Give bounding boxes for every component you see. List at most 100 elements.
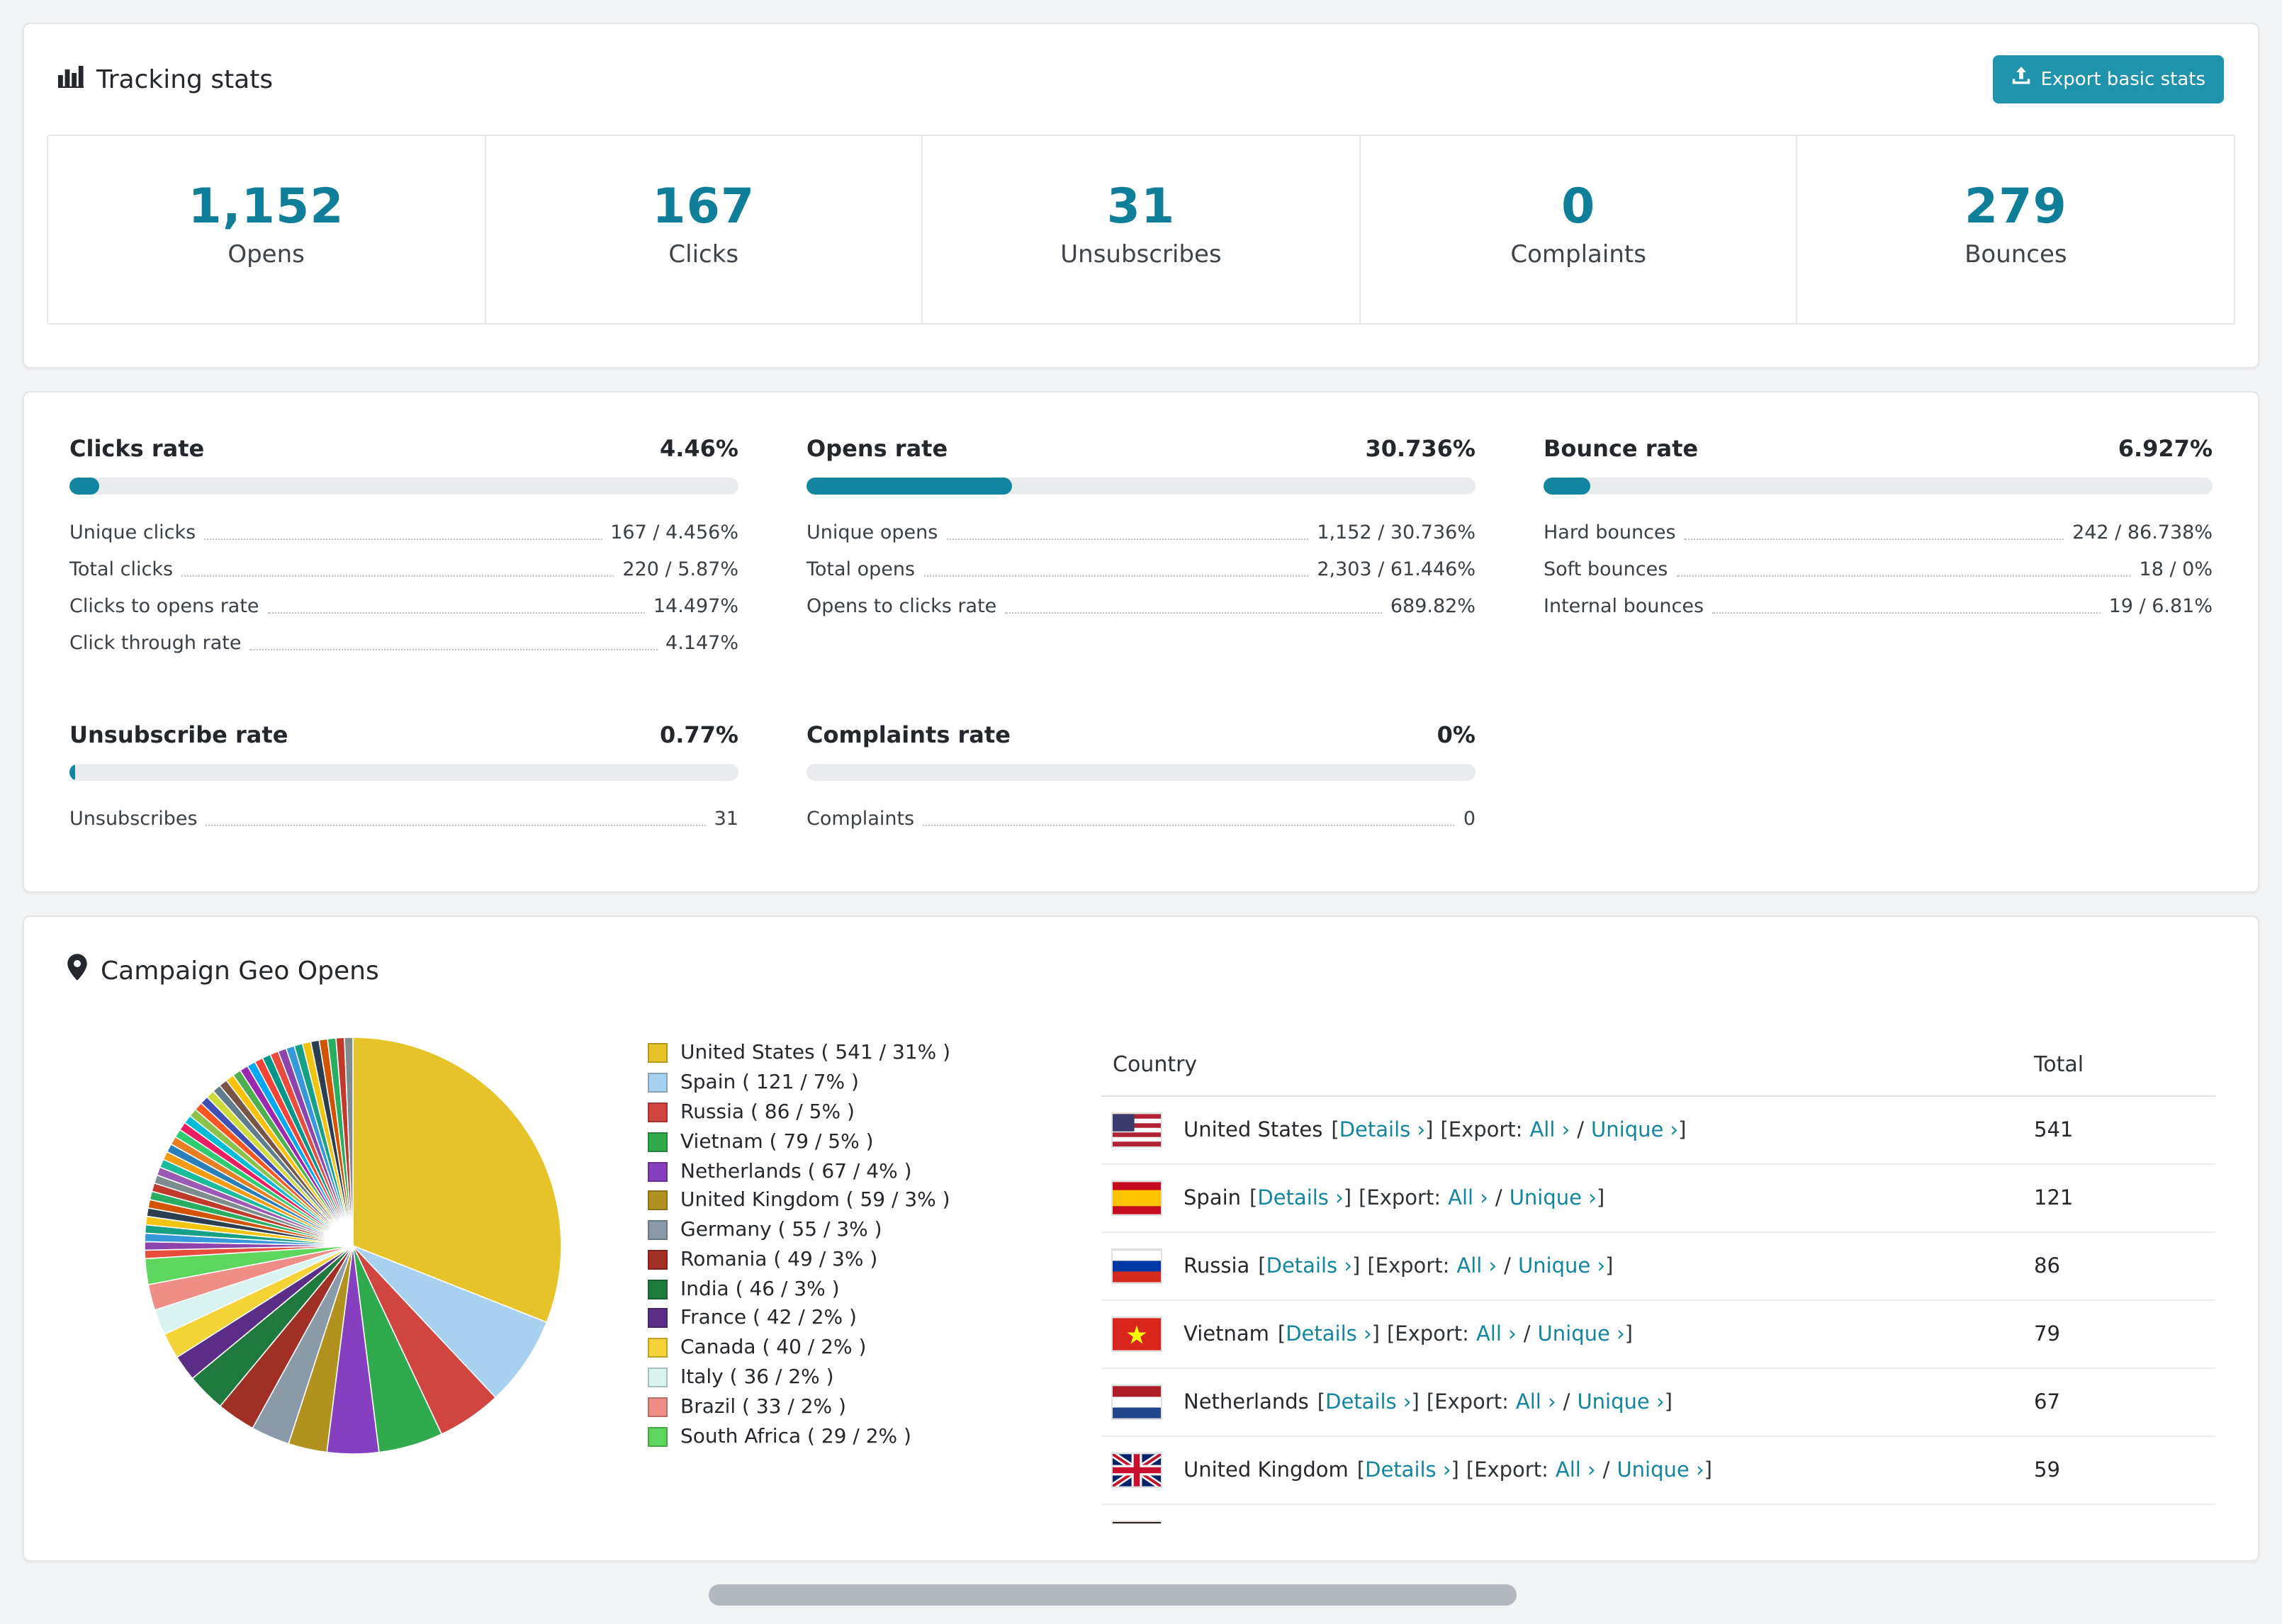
legend-item[interactable]: Canada ( 40 / 2% ) bbox=[648, 1333, 950, 1363]
stat-box: 0 Complaints bbox=[1359, 136, 1797, 323]
metric-value: 2,303 / 61.446% bbox=[1317, 558, 1476, 581]
rate-title: Opens rate bbox=[806, 435, 948, 462]
legend-swatch bbox=[648, 1132, 668, 1152]
dotted-leader bbox=[1676, 575, 2131, 577]
stat-label: Unsubscribes bbox=[1060, 241, 1222, 269]
stat-box: 167 Clicks bbox=[484, 136, 921, 323]
legend-swatch bbox=[648, 1161, 668, 1182]
legend-item[interactable]: Netherlands ( 67 / 4% ) bbox=[648, 1156, 950, 1186]
export-unique-link[interactable]: Unique › bbox=[1518, 1255, 1605, 1278]
metric-label: Total opens bbox=[806, 558, 916, 581]
legend-label: Spain ( 121 / 7% ) bbox=[680, 1071, 859, 1095]
metric-value: 4.147% bbox=[665, 632, 738, 655]
country-total: 121 bbox=[2023, 1164, 2215, 1233]
flag-nl-icon bbox=[1113, 1386, 1161, 1419]
legend-swatch bbox=[648, 1073, 668, 1093]
geo-table-wrap: Country Total United States [Details ›] … bbox=[1101, 1033, 2215, 1523]
export-all-link[interactable]: All › bbox=[1529, 1119, 1570, 1141]
geo-table-header-country: Country bbox=[1101, 1033, 2023, 1097]
horizontal-scrollbar[interactable] bbox=[709, 1584, 1517, 1606]
geo-table-row: Russia [Details ›] [Export: All › / Uniq… bbox=[1101, 1232, 2215, 1301]
metric-row: Hard bounces 242 / 86.738% bbox=[1544, 514, 2213, 551]
legend-item[interactable]: France ( 42 / 2% ) bbox=[648, 1304, 950, 1333]
legend-item[interactable]: United States ( 541 / 31% ) bbox=[648, 1039, 950, 1068]
dotted-leader bbox=[1712, 612, 2101, 614]
dotted-leader bbox=[923, 825, 1455, 826]
legend-label: South Africa ( 29 / 2% ) bbox=[680, 1425, 911, 1448]
details-link[interactable]: Details › bbox=[1325, 1391, 1411, 1414]
metric-value: 167 / 4.456% bbox=[610, 521, 738, 544]
stat-value: 279 bbox=[1964, 179, 2067, 235]
rate-title: Unsubscribe rate bbox=[69, 721, 288, 748]
metric-value: 14.497% bbox=[653, 595, 738, 618]
export-unique-link[interactable]: Unique › bbox=[1510, 1187, 1597, 1209]
legend-item[interactable]: Brazil ( 33 / 2% ) bbox=[648, 1392, 950, 1422]
country-name: Russia bbox=[1184, 1255, 1250, 1278]
legend-item[interactable]: Italy ( 36 / 2% ) bbox=[648, 1363, 950, 1392]
metric-row: Unique opens 1,152 / 30.736% bbox=[806, 514, 1476, 551]
campaign-geo-opens-title: Campaign Geo Opens bbox=[67, 954, 2215, 988]
rate-progress-bar bbox=[806, 478, 1476, 495]
export-all-link[interactable]: All › bbox=[1456, 1255, 1497, 1278]
legend-item[interactable]: South Africa ( 29 / 2% ) bbox=[648, 1421, 950, 1451]
stat-box: 31 Unsubscribes bbox=[921, 136, 1359, 323]
rate-block: Complaints rate 0% Complaints 0 bbox=[806, 721, 1476, 838]
metric-row: Opens to clicks rate 689.82% bbox=[806, 588, 1476, 625]
country-name: United Kingdom bbox=[1184, 1459, 1349, 1482]
legend-item[interactable]: Vietnam ( 79 / 5% ) bbox=[648, 1127, 950, 1157]
dotted-leader bbox=[946, 538, 1309, 540]
country-total: 59 bbox=[2023, 1436, 2215, 1505]
geo-table-body: United States [Details ›] [Export: All ›… bbox=[1101, 1096, 2215, 1523]
legend-label: Vietnam ( 79 / 5% ) bbox=[680, 1130, 874, 1154]
details-link[interactable]: Details › bbox=[1286, 1323, 1371, 1346]
stats-row: 1,152 Opens 167 Clicks 31 Unsubscribes 0 Co… bbox=[47, 135, 2235, 325]
export-basic-stats-button[interactable]: Export basic stats bbox=[1992, 55, 2224, 103]
geo-legend: United States ( 541 / 31% ) Spain ( 121 … bbox=[648, 1033, 950, 1523]
legend-swatch bbox=[648, 1279, 668, 1299]
export-all-link[interactable]: All › bbox=[1448, 1187, 1488, 1209]
details-link[interactable]: Details › bbox=[1257, 1187, 1343, 1209]
legend-label: Romania ( 49 / 3% ) bbox=[680, 1248, 878, 1271]
country-name: United States bbox=[1184, 1119, 1323, 1141]
legend-item[interactable]: United Kingdom ( 59 / 3% ) bbox=[648, 1186, 950, 1216]
rate-title: Complaints rate bbox=[806, 721, 1011, 748]
details-link[interactable]: Details › bbox=[1266, 1255, 1352, 1278]
legend-item[interactable]: Germany ( 55 / 3% ) bbox=[648, 1215, 950, 1245]
legend-swatch bbox=[648, 1367, 668, 1387]
rate-progress-bar bbox=[806, 764, 1476, 781]
export-unique-link[interactable]: Unique › bbox=[1591, 1119, 1678, 1141]
export-unique-link[interactable]: Unique › bbox=[1538, 1323, 1625, 1346]
metric-value: 31 bbox=[714, 808, 738, 830]
rate-value: 30.736% bbox=[1365, 435, 1476, 462]
stat-label: Clicks bbox=[668, 241, 739, 269]
geo-pie-chart[interactable] bbox=[140, 1033, 566, 1458]
country-name: Spain bbox=[1184, 1187, 1242, 1209]
details-link[interactable]: Details › bbox=[1339, 1119, 1425, 1141]
tracking-stats-title-text: Tracking stats bbox=[96, 64, 274, 94]
stat-value: 1,152 bbox=[188, 179, 344, 235]
country-total: 67 bbox=[2023, 1368, 2215, 1437]
dotted-leader bbox=[1684, 538, 2064, 540]
metric-label: Click through rate bbox=[69, 632, 242, 655]
export-unique-link[interactable]: Unique › bbox=[1617, 1459, 1704, 1482]
legend-item[interactable]: India ( 46 / 3% ) bbox=[648, 1275, 950, 1304]
rate-progress-bar bbox=[69, 478, 738, 495]
legend-item[interactable]: Russia ( 86 / 5% ) bbox=[648, 1098, 950, 1127]
legend-swatch bbox=[648, 1426, 668, 1447]
legend-swatch bbox=[648, 1102, 668, 1122]
stat-value: 167 bbox=[652, 179, 755, 235]
export-all-link[interactable]: All › bbox=[1556, 1459, 1596, 1482]
rate-block: Unsubscribe rate 0.77% Unsubscribes 31 bbox=[69, 721, 738, 838]
details-link[interactable]: Details › bbox=[1365, 1459, 1451, 1482]
export-unique-link[interactable]: Unique › bbox=[1577, 1391, 1664, 1414]
legend-label: United States ( 541 / 31% ) bbox=[680, 1042, 951, 1065]
metric-row: Click through rate 4.147% bbox=[69, 625, 738, 662]
export-all-link[interactable]: All › bbox=[1476, 1323, 1517, 1346]
legend-item[interactable]: Spain ( 121 / 7% ) bbox=[648, 1068, 950, 1098]
metric-value: 689.82% bbox=[1390, 595, 1476, 618]
geo-table-row: Germany [Details ›] [Export: All › / Uni… bbox=[1101, 1504, 2215, 1523]
metric-value: 220 / 5.87% bbox=[622, 558, 738, 581]
export-all-link[interactable]: All › bbox=[1516, 1391, 1556, 1414]
metric-label: Soft bounces bbox=[1544, 558, 1668, 581]
legend-item[interactable]: Romania ( 49 / 3% ) bbox=[648, 1245, 950, 1275]
